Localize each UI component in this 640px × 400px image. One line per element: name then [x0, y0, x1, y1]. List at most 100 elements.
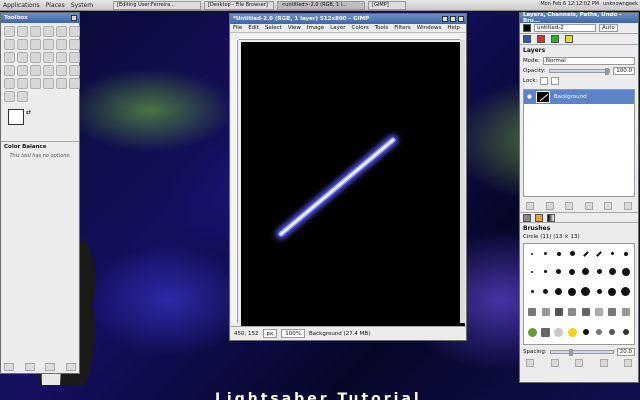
delete-layer-icon[interactable] — [623, 202, 632, 210]
places-menu[interactable]: Places — [46, 2, 65, 9]
blur-tool-icon[interactable] — [4, 91, 15, 102]
spacing-slider-knob[interactable] — [569, 349, 574, 356]
spacing-slider[interactable] — [549, 349, 614, 356]
brush-item[interactable] — [554, 283, 564, 301]
zoom-select[interactable]: 100% — [281, 329, 305, 338]
brush-item[interactable] — [567, 323, 577, 341]
blend-tool-icon[interactable] — [30, 65, 41, 76]
brush-item[interactable] — [594, 247, 604, 261]
minimize-icon[interactable] — [442, 16, 448, 22]
opacity-slider[interactable] — [548, 68, 611, 75]
brush-item[interactable] — [540, 304, 550, 321]
menu-colors[interactable]: Colors — [351, 25, 368, 31]
tab-paths[interactable] — [551, 35, 559, 43]
tab-undo[interactable] — [565, 35, 573, 43]
image-canvas[interactable] — [241, 42, 465, 326]
align-tool-icon[interactable] — [69, 39, 80, 50]
fuzzy-select-tool-icon[interactable] — [43, 26, 54, 37]
brush-item[interactable] — [621, 264, 631, 281]
vertical-scrollbar[interactable] — [460, 40, 465, 323]
taskbar-item-gimp-image[interactable]: <untitled>-2.0 (RGB, 1 l... — [277, 0, 366, 10]
perspective-tool-icon[interactable] — [56, 52, 67, 63]
taskbar-item-file-browser[interactable]: [Desktop - File Browser] — [204, 0, 275, 10]
refresh-brushes-icon[interactable] — [624, 359, 632, 367]
brush-item[interactable] — [540, 247, 550, 261]
taskbar-item-gimp[interactable]: [GIMP] — [368, 0, 407, 10]
maximize-icon[interactable] — [450, 16, 456, 22]
layer-name[interactable]: Background — [554, 94, 587, 100]
eraser-tool-icon[interactable] — [69, 65, 80, 76]
horizontal-ruler[interactable] — [239, 34, 460, 40]
brush-item[interactable] — [554, 323, 564, 341]
vertical-ruler[interactable] — [231, 40, 238, 323]
edit-brush-icon[interactable] — [526, 359, 534, 367]
brush-item[interactable] — [594, 283, 604, 301]
foreground-color-swatch[interactable] — [8, 109, 24, 125]
layers-dock-titlebar[interactable]: Layers, Channels, Paths, Undo - Bru... — [520, 12, 638, 24]
spacing-input[interactable]: 20.0 — [616, 348, 635, 356]
menu-filters[interactable]: Filters — [394, 25, 411, 31]
paintbrush-tool-icon[interactable] — [56, 65, 67, 76]
brush-item[interactable] — [567, 247, 577, 261]
brush-item[interactable] — [554, 247, 564, 261]
auto-button[interactable]: Auto — [599, 24, 618, 32]
menu-windows[interactable]: Windows — [417, 25, 442, 31]
measure-tool-icon[interactable] — [43, 39, 54, 50]
brush-item[interactable] — [527, 323, 537, 341]
brush-item[interactable] — [607, 247, 617, 261]
brush-item[interactable] — [581, 323, 591, 341]
tab-brushes[interactable] — [523, 213, 531, 222]
rotate-tool-icon[interactable] — [17, 52, 28, 63]
ellipse-select-tool-icon[interactable] — [17, 26, 28, 37]
delete-options-icon[interactable] — [45, 363, 56, 371]
brush-item[interactable] — [567, 264, 577, 281]
crop-tool-icon[interactable] — [4, 52, 15, 63]
color-picker-tool-icon[interactable] — [17, 39, 28, 50]
toolbox-titlebar[interactable]: Toolbox — [1, 13, 79, 23]
applications-menu[interactable]: Applications — [3, 2, 40, 9]
swap-colors-icon[interactable]: ⇄ — [26, 109, 31, 116]
brush-item[interactable] — [527, 247, 537, 261]
user-name[interactable]: unknowngeek — [603, 1, 638, 7]
layer-row[interactable]: ● Background — [524, 90, 634, 104]
lower-layer-icon[interactable] — [565, 202, 574, 210]
brush-item[interactable] — [581, 283, 591, 301]
unit-select[interactable]: px — [262, 329, 278, 338]
anchor-layer-icon[interactable] — [604, 202, 613, 210]
pencil-tool-icon[interactable] — [43, 65, 54, 76]
heal-tool-icon[interactable] — [43, 78, 54, 89]
brush-item[interactable] — [594, 323, 604, 341]
shear-tool-icon[interactable] — [43, 52, 54, 63]
brush-item[interactable] — [621, 323, 631, 341]
reset-options-icon[interactable] — [65, 363, 76, 371]
dodge-burn-tool-icon[interactable] — [17, 91, 28, 102]
ink-tool-icon[interactable] — [17, 78, 28, 89]
image-select[interactable]: untitled-2 — [534, 24, 596, 32]
lock-alpha-checkbox[interactable] — [551, 77, 560, 85]
smudge-tool-icon[interactable] — [69, 78, 80, 89]
tab-gradients[interactable] — [547, 213, 555, 222]
brush-item[interactable] — [581, 304, 591, 321]
brush-item[interactable] — [594, 304, 604, 321]
brush-item[interactable] — [581, 247, 591, 261]
brush-item[interactable] — [540, 283, 550, 301]
menu-edit[interactable]: Edit — [248, 25, 259, 31]
scissors-tool-icon[interactable] — [69, 26, 80, 37]
brush-item[interactable] — [554, 264, 564, 281]
brush-item[interactable] — [540, 323, 551, 341]
text-tool-icon[interactable] — [4, 65, 15, 76]
scale-tool-icon[interactable] — [30, 52, 41, 63]
eye-icon[interactable]: ● — [527, 94, 532, 100]
select-by-color-tool-icon[interactable] — [56, 26, 67, 37]
save-options-icon[interactable] — [4, 363, 14, 371]
mode-select[interactable]: Normal — [542, 57, 635, 65]
menu-help[interactable]: Help — [447, 25, 460, 31]
delete-brush-icon[interactable] — [599, 359, 608, 367]
clone-tool-icon[interactable] — [30, 78, 41, 89]
brush-item[interactable] — [607, 323, 617, 341]
brush-item[interactable] — [554, 304, 564, 321]
brush-item[interactable] — [567, 304, 577, 321]
opacity-slider-knob[interactable] — [605, 68, 610, 75]
taskbar-item-editing[interactable]: [Editing User:Ferreira... — [113, 0, 202, 10]
brush-item[interactable] — [527, 283, 537, 301]
